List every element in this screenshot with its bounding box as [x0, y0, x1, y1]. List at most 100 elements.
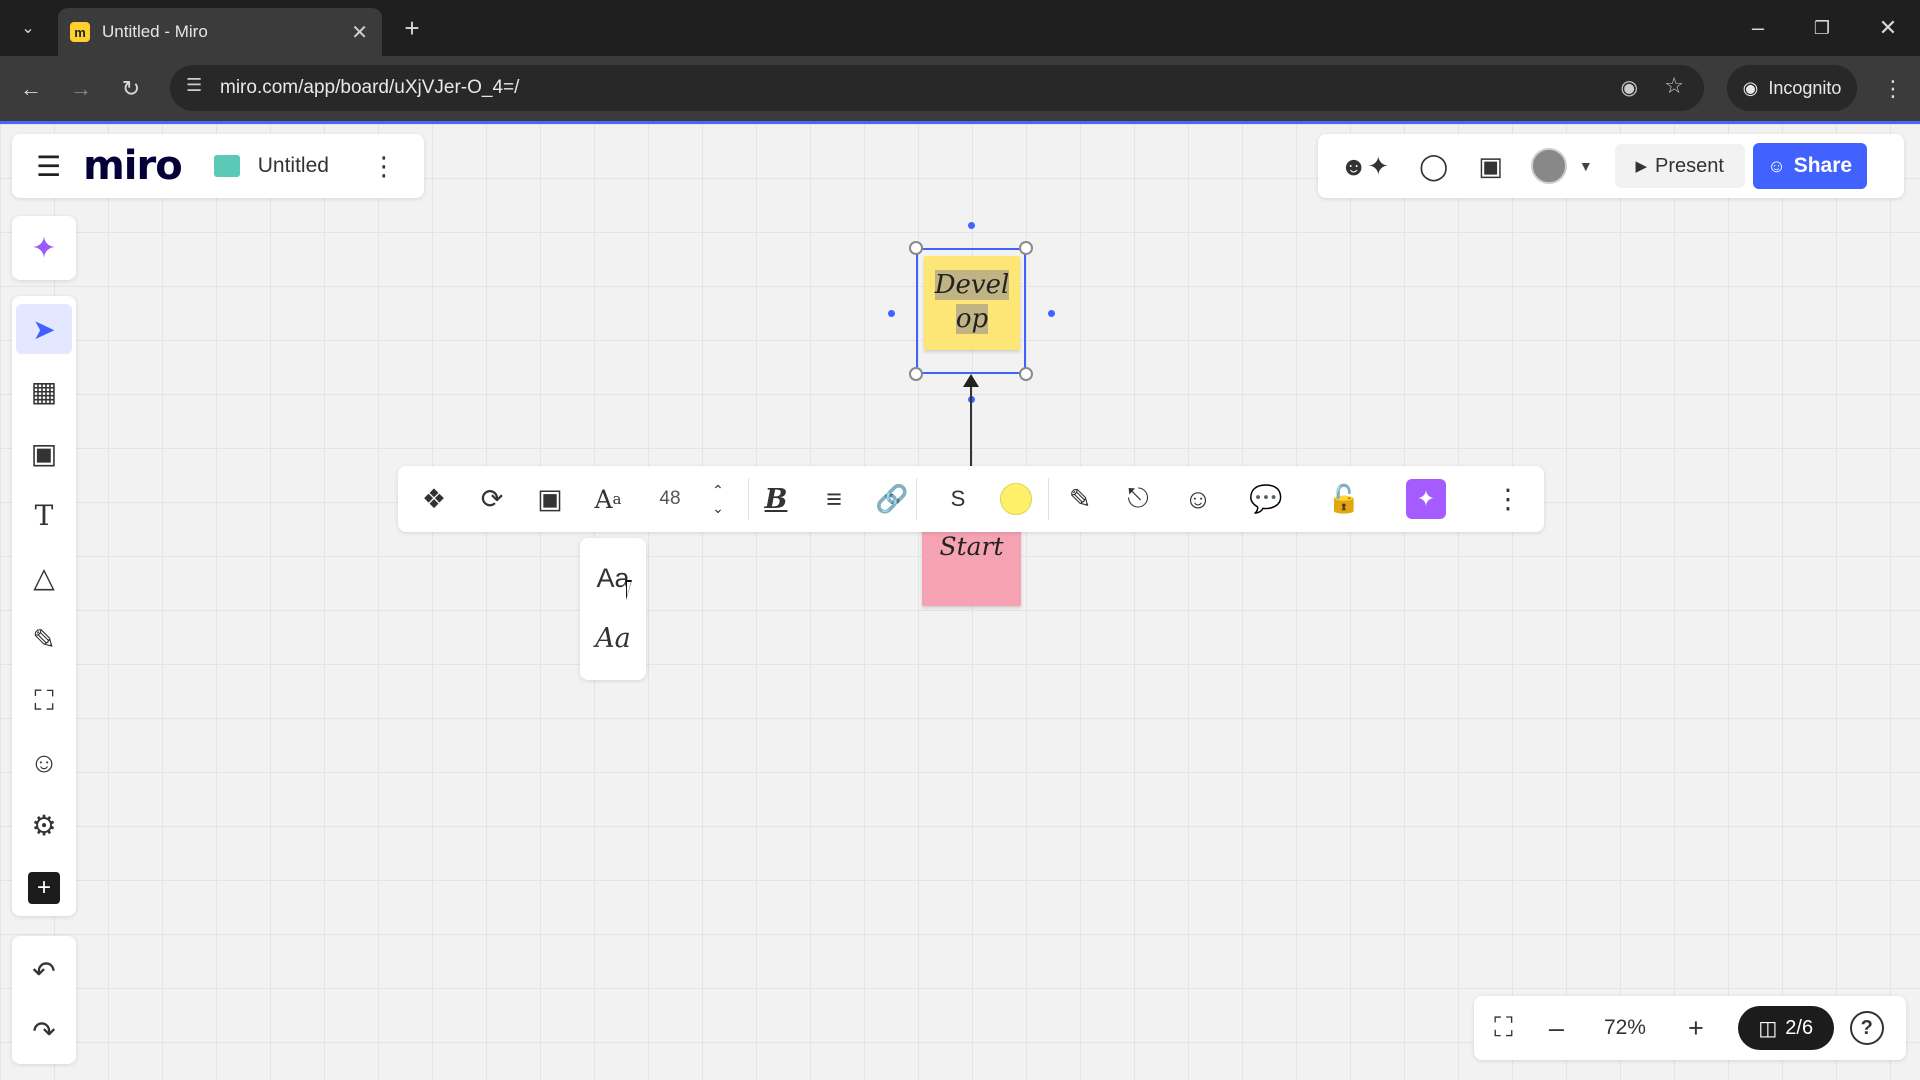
reload-icon[interactable]: ↻	[114, 72, 148, 106]
selection-box	[916, 248, 1026, 374]
undo-redo-panel: ↶ ↷	[12, 936, 76, 1064]
font-option-script[interactable]: Aa	[580, 608, 646, 668]
add-reaction-icon[interactable]: ☺	[1176, 475, 1220, 523]
sticky-note-start[interactable]: Start	[922, 524, 1021, 606]
share-button[interactable]: ☺ Share	[1752, 143, 1867, 189]
browser-tab-bar: ⌄ m Untitled - Miro ✕ + – ❐ ✕	[0, 0, 1920, 56]
resize-handle-bottom-right[interactable]	[1019, 367, 1033, 381]
color-picker-button[interactable]	[994, 475, 1038, 523]
present-button[interactable]: ▶ Present	[1614, 144, 1745, 188]
context-toolbar: ❖ ⟳ ▣ Aa 48 ⌃ ⌄ B ≡ 🔗 S ✎ ⎋ ☺ 💬 🔓 ✦ ⋮	[398, 466, 1544, 532]
incognito-label: Incognito	[1768, 77, 1842, 98]
video-call-icon[interactable]: ▣	[1478, 151, 1503, 182]
resize-handle-top-left[interactable]	[909, 241, 923, 255]
board-canvas[interactable]: ☰ miro Untitled ⋮ ☻✦ ◯ ▣ ▼ ▶ Present ☺ S…	[0, 124, 1920, 1080]
bookmark-star-icon[interactable]: ☆	[1664, 73, 1684, 99]
connection-dot-top[interactable]	[968, 222, 975, 229]
undo-icon[interactable]: ↶	[16, 946, 72, 996]
ai-assist-button[interactable]: ✦	[12, 216, 76, 280]
tag-icon[interactable]: ⎋	[1116, 475, 1160, 523]
miro-logo[interactable]: miro	[83, 143, 183, 189]
close-window-icon[interactable]: ✕	[1870, 10, 1906, 46]
share-label: Share	[1793, 154, 1853, 177]
board-header: ☰ miro Untitled ⋮	[12, 134, 424, 198]
tab-search-chevron-icon[interactable]: ⌄	[10, 10, 46, 46]
resize-handle-top-right[interactable]	[1019, 241, 1033, 255]
align-center-icon[interactable]: ≡	[812, 475, 856, 523]
apps-icon[interactable]: ⚙	[16, 800, 72, 850]
zoom-out-icon[interactable]: –	[1549, 1013, 1564, 1044]
sparkle-icon: ✦	[1406, 479, 1446, 519]
connection-dot-right[interactable]	[1048, 310, 1055, 317]
board-count: 2/6	[1785, 1016, 1814, 1039]
zoom-panel: ⛶ – 72% + ◫ 2/6 ?	[1474, 996, 1906, 1060]
more-options-icon[interactable]: ⋮	[1486, 475, 1530, 523]
tab-title: Untitled - Miro	[102, 22, 208, 41]
font-size-stepper-icon[interactable]: ⌃ ⌄	[696, 475, 740, 523]
resize-handle-bottom-left[interactable]	[909, 367, 923, 381]
browser-tab[interactable]: m Untitled - Miro ✕	[58, 8, 382, 56]
tab-close-icon[interactable]: ✕	[351, 20, 368, 45]
connector-line[interactable]	[970, 380, 972, 470]
restore-icon[interactable]: ❐	[1804, 10, 1840, 46]
more-tools-plus-icon[interactable]: +	[28, 872, 60, 904]
chevron-down-icon[interactable]: ▼	[1579, 158, 1593, 174]
url-input[interactable]: ☰ miro.com/app/board/uXjVJer-O_4=/ ◉ ☆	[170, 65, 1704, 111]
reactions-icon[interactable]: ☻✦	[1340, 151, 1389, 182]
text-tool-icon[interactable]: T	[16, 490, 72, 540]
bold-icon[interactable]: B	[754, 475, 798, 523]
hamburger-menu-icon[interactable]: ☰	[36, 150, 61, 183]
toolbar-divider	[916, 478, 917, 520]
sticky-note-icon[interactable]: ▣	[16, 428, 72, 478]
shapes-icon[interactable]: △	[16, 552, 72, 602]
board-title[interactable]: Untitled	[258, 154, 329, 178]
select-tool-icon[interactable]: ➤	[16, 304, 72, 354]
toolbar-divider	[1048, 478, 1049, 520]
back-arrow-icon[interactable]: ←	[14, 72, 48, 106]
lock-icon[interactable]: 🔓	[1322, 475, 1366, 523]
stickers-icon[interactable]: ☺	[16, 738, 72, 788]
zoom-level[interactable]: 72%	[1604, 1016, 1646, 1040]
board-more-icon[interactable]: ⋮	[371, 151, 397, 182]
ai-sparkle-button[interactable]: ✦	[1404, 475, 1448, 523]
chat-icon[interactable]: ◯	[1419, 151, 1448, 182]
font-dropdown: Aa Aa	[580, 538, 646, 680]
help-icon[interactable]: ?	[1849, 1011, 1884, 1045]
strikethrough-icon[interactable]: S	[936, 475, 980, 523]
url-text: miro.com/app/board/uXjVJer-O_4=/	[220, 77, 520, 98]
fit-to-screen-icon[interactable]: ⛶	[1494, 1012, 1513, 1044]
forward-arrow-icon[interactable]: →	[64, 72, 98, 106]
miro-favicon-icon: m	[70, 22, 90, 42]
collaboration-bar: ☻✦ ◯ ▣ ▼ ▶ Present ☺ Share	[1318, 134, 1904, 198]
left-toolbar: ➤ ▦ ▣ T △ ✎ ⛶ ☺ ⚙ +	[12, 296, 76, 916]
play-icon: ▶	[1635, 158, 1647, 175]
browser-menu-icon[interactable]: ⋮	[1876, 72, 1910, 106]
new-tab-plus-icon[interactable]: +	[396, 12, 428, 44]
font-family-icon[interactable]: Aa	[586, 475, 630, 523]
connection-dot-left[interactable]	[888, 310, 895, 317]
comment-icon[interactable]: 💬	[1244, 475, 1288, 523]
templates-icon[interactable]: ▦	[16, 366, 72, 416]
frame-icon[interactable]: ⛶	[16, 676, 72, 726]
eye-off-icon[interactable]: ◉	[1621, 75, 1638, 100]
minimize-icon[interactable]: –	[1740, 10, 1776, 46]
avatar[interactable]	[1530, 148, 1567, 184]
convert-icon[interactable]: ⟳	[470, 475, 514, 523]
incognito-badge[interactable]: ◉ Incognito	[1727, 65, 1857, 111]
redo-icon[interactable]: ↷	[16, 1006, 72, 1056]
mouse-pointer-fill	[627, 582, 638, 596]
boards-counter-button[interactable]: ◫ 2/6	[1737, 1006, 1834, 1050]
smart-switch-icon[interactable]: ❖	[412, 475, 456, 523]
connector-arrowhead	[963, 374, 979, 387]
incognito-icon: ◉	[1742, 77, 1759, 98]
font-size-value[interactable]: 48	[648, 475, 692, 523]
gift-icon: ◫	[1758, 1017, 1778, 1040]
sticky-shape-icon[interactable]: ▣	[528, 475, 572, 523]
pen-icon[interactable]: ✎	[16, 614, 72, 664]
sticky-note-start-text: Start	[939, 532, 1004, 561]
link-icon[interactable]: 🔗	[870, 475, 914, 523]
zoom-in-icon[interactable]: +	[1688, 1013, 1704, 1044]
author-icon[interactable]: ✎	[1058, 475, 1102, 523]
site-settings-icon[interactable]: ☰	[186, 75, 202, 96]
present-label: Present	[1655, 154, 1724, 177]
